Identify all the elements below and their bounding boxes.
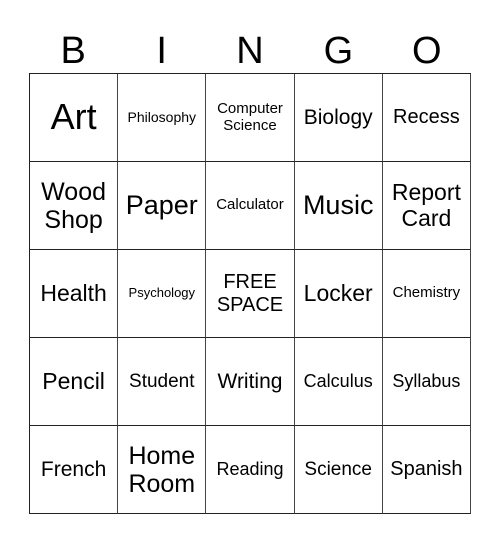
bingo-cell[interactable]: Reading (206, 426, 295, 514)
bingo-cell[interactable]: Report Card (382, 162, 471, 250)
bingo-cell[interactable]: French (30, 426, 119, 514)
bingo-cell[interactable]: Science (294, 426, 383, 514)
bingo-cell[interactable]: Pencil (30, 338, 119, 426)
bingo-cell[interactable]: Computer Science (206, 74, 295, 162)
bingo-cell[interactable]: Biology (294, 74, 383, 162)
bingo-cell[interactable]: Recess (382, 74, 471, 162)
bingo-cell[interactable]: Student (118, 338, 207, 426)
header-letter-n: N (236, 30, 264, 72)
bingo-cell[interactable]: Locker (294, 250, 383, 338)
bingo-cell[interactable]: Psychology (118, 250, 207, 338)
header-letter-o: O (412, 30, 442, 72)
bingo-cell[interactable]: Spanish (382, 426, 471, 514)
bingo-header: B I N G O (29, 30, 471, 73)
bingo-cell[interactable]: Health (30, 250, 119, 338)
bingo-cell[interactable]: Art (30, 74, 119, 162)
bingo-grid: Art Philosophy Computer Science Biology R… (29, 73, 471, 514)
bingo-cell[interactable]: Paper (118, 162, 207, 250)
bingo-cell[interactable]: Syllabus (382, 338, 471, 426)
bingo-cell[interactable]: Philosophy (118, 74, 207, 162)
bingo-cell[interactable]: Music (294, 162, 383, 250)
bingo-cell[interactable]: Chemistry (382, 250, 471, 338)
header-letter-b: B (60, 30, 86, 72)
free-space-cell[interactable]: FREE SPACE (206, 250, 295, 338)
bingo-cell[interactable]: Writing (206, 338, 295, 426)
bingo-cell[interactable]: Calculator (206, 162, 295, 250)
bingo-cell[interactable]: Wood Shop (30, 162, 119, 250)
bingo-cell[interactable]: Home Room (118, 426, 207, 514)
header-letter-i: I (156, 30, 167, 72)
header-letter-g: G (323, 30, 354, 72)
bingo-cell[interactable]: Calculus (294, 338, 383, 426)
